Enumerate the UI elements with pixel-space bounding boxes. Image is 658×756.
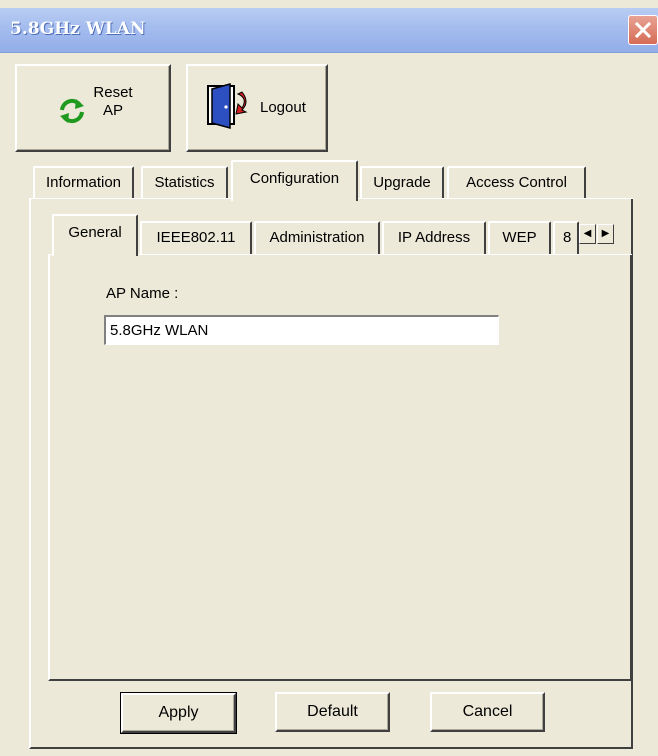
- close-button[interactable]: [628, 15, 658, 45]
- tab-general[interactable]: General: [52, 214, 138, 256]
- arrow-left-icon: ◀: [583, 228, 592, 239]
- tab-overflow[interactable]: 8: [553, 221, 579, 254]
- tab-configuration[interactable]: Configuration: [231, 160, 358, 201]
- tab-access-control-label: Access Control: [466, 174, 567, 191]
- apply-button[interactable]: Apply: [120, 692, 237, 734]
- tab-wep[interactable]: WEP: [488, 221, 551, 254]
- tab-upgrade-label: Upgrade: [373, 174, 431, 191]
- tab-statistics[interactable]: Statistics: [141, 166, 228, 198]
- ap-name-input[interactable]: [104, 315, 499, 345]
- tab-upgrade[interactable]: Upgrade: [360, 166, 444, 198]
- tab-ieee80211[interactable]: IEEE802.11: [140, 221, 252, 254]
- tab-scroll-left-button[interactable]: ◀: [579, 224, 596, 244]
- refresh-icon: [60, 98, 84, 124]
- logout-label: Logout: [260, 99, 306, 116]
- default-button[interactable]: Default: [275, 692, 390, 732]
- tab-ip-address-label: IP Address: [397, 229, 471, 246]
- tab-information[interactable]: Information: [33, 166, 134, 198]
- tab-overflow-label: 8: [563, 229, 572, 246]
- tab-scroll-right-button[interactable]: ▶: [597, 224, 614, 244]
- app-window: 5.8GHz WLAN Reset AP Logout Information …: [0, 0, 658, 756]
- title-bar[interactable]: 5.8GHz WLAN: [0, 8, 658, 53]
- tab-administration-label: Administration: [269, 229, 365, 246]
- reset-label-line2: AP: [102, 102, 123, 119]
- logout-button[interactable]: Logout: [186, 64, 328, 152]
- tab-administration[interactable]: Administration: [254, 221, 380, 254]
- reset-ap-label: Reset AP: [93, 84, 133, 120]
- tab-wep-label: WEP: [502, 229, 537, 246]
- tab-statistics-label: Statistics: [154, 174, 215, 191]
- tab-information-label: Information: [45, 174, 122, 191]
- close-icon: [634, 21, 652, 39]
- ap-name-label: AP Name :: [106, 285, 179, 302]
- exit-door-icon: [207, 83, 248, 129]
- tab-ieee80211-label: IEEE802.11: [156, 229, 236, 246]
- window-title: 5.8GHz WLAN: [10, 19, 146, 39]
- tab-ip-address[interactable]: IP Address: [382, 221, 486, 254]
- reset-label-line1: Reset: [93, 84, 133, 101]
- reset-ap-button[interactable]: Reset AP: [15, 64, 171, 152]
- tab-general-label: General: [68, 224, 122, 241]
- cancel-button[interactable]: Cancel: [430, 692, 545, 732]
- tab-access-control[interactable]: Access Control: [447, 166, 586, 198]
- arrow-right-icon: ▶: [601, 228, 610, 239]
- tab-configuration-label: Configuration: [249, 170, 340, 187]
